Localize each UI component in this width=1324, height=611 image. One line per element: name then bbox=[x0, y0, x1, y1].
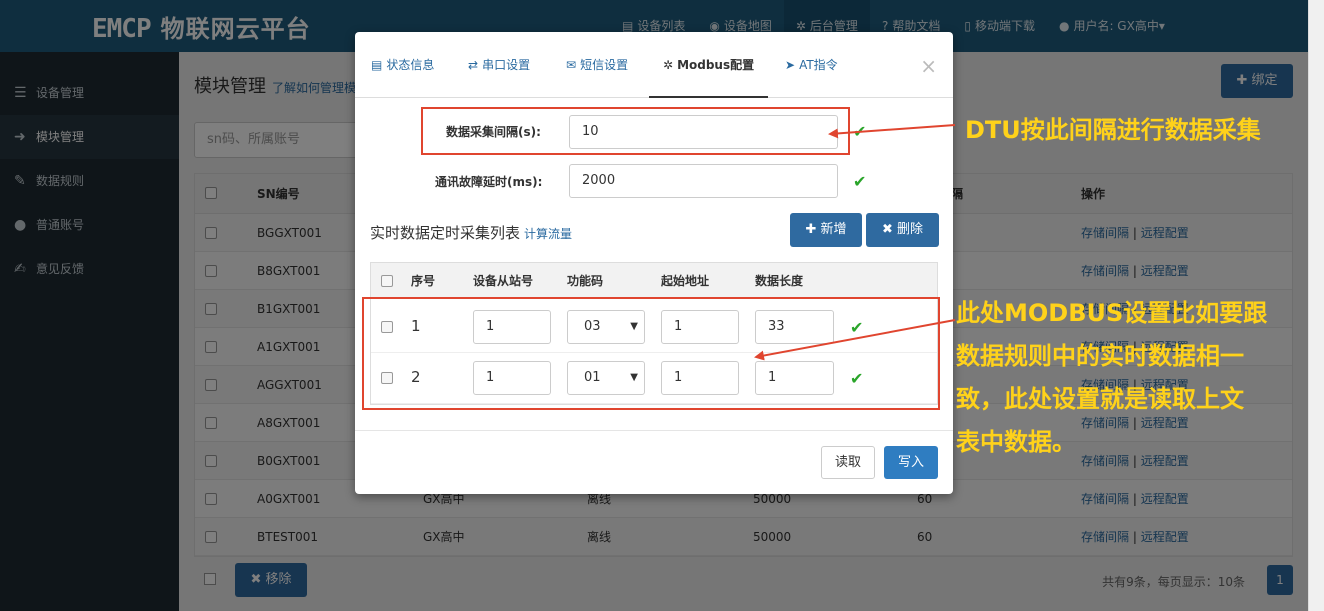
tab-status-info[interactable]: ▤ 状态信息 bbox=[371, 32, 434, 98]
check-icon: ✔ bbox=[853, 122, 867, 141]
column-header-function: 功能码 bbox=[567, 274, 604, 288]
calc-flow-link[interactable]: 计算流量 bbox=[524, 227, 572, 241]
select-all-checkbox[interactable] bbox=[381, 275, 393, 287]
fault-delay-label: 通讯故障延时(ms): bbox=[435, 175, 543, 189]
gear-icon: ✲ bbox=[663, 58, 674, 72]
delete-button[interactable]: ✖ 删除 bbox=[866, 213, 939, 247]
list-title-text: 实时数据定时采集列表 bbox=[370, 224, 521, 242]
tab-label: Modbus配置 bbox=[677, 58, 755, 72]
page-scrollbar[interactable] bbox=[1308, 0, 1324, 611]
annotation-line: 数据规则中的实时数据相一 bbox=[956, 342, 1244, 370]
column-header-length: 数据长度 bbox=[755, 274, 804, 288]
annotation-note-interval: DTU按此间隔进行数据采集 bbox=[965, 116, 1261, 144]
modal-footer: 读取 写入 bbox=[355, 430, 953, 494]
modbus-table-header: 序号 设备从站号 功能码 起始地址 数据长度 bbox=[371, 263, 937, 299]
add-button[interactable]: ✚ 新增 bbox=[790, 213, 862, 247]
annotation-box-modbus bbox=[362, 297, 940, 410]
tab-serial-settings[interactable]: ⇄ 串口设置 bbox=[468, 32, 530, 98]
annotation-line: 致，此处设置就是读取上文 bbox=[956, 385, 1244, 413]
collect-list-title: 实时数据定时采集列表 计算流量 bbox=[370, 222, 572, 243]
status-icon: ▤ bbox=[371, 58, 383, 72]
modal-tabs: ▤ 状态信息 ⇄ 串口设置 ✉ 短信设置 ✲ Modbus配置 ➤ AT指令 × bbox=[355, 32, 953, 98]
envelope-icon: ✉ bbox=[566, 58, 577, 72]
shuffle-icon: ⇄ bbox=[468, 58, 479, 72]
send-icon: ➤ bbox=[785, 58, 796, 72]
column-header-no: 序号 bbox=[411, 274, 436, 288]
column-header-start: 起始地址 bbox=[661, 274, 710, 288]
close-icon[interactable]: × bbox=[920, 54, 937, 78]
annotation-box-interval bbox=[421, 107, 850, 155]
fault-delay-input[interactable]: 2000 bbox=[569, 164, 838, 198]
write-button[interactable]: 写入 bbox=[884, 446, 938, 479]
annotation-line: 此处MODBUS设置比如要跟 bbox=[956, 299, 1268, 327]
tab-label: 短信设置 bbox=[580, 58, 629, 72]
tab-label: 状态信息 bbox=[386, 58, 435, 72]
tab-at-commands[interactable]: ➤ AT指令 bbox=[785, 32, 838, 98]
tab-sms-settings[interactable]: ✉ 短信设置 bbox=[566, 32, 628, 98]
read-button[interactable]: 读取 bbox=[821, 446, 875, 479]
module-config-modal: ▤ 状态信息 ⇄ 串口设置 ✉ 短信设置 ✲ Modbus配置 ➤ AT指令 × 数据采集… bbox=[355, 32, 953, 494]
column-header-slave: 设备从站号 bbox=[473, 274, 534, 288]
annotation-line: 表中数据。 bbox=[956, 428, 1076, 456]
tab-label: 串口设置 bbox=[482, 58, 531, 72]
tab-label: AT指令 bbox=[799, 58, 838, 72]
annotation-note-modbus: 此处MODBUS设置比如要跟 数据规则中的实时数据相一 致，此处设置就是读取上文… bbox=[956, 292, 1267, 464]
check-icon: ✔ bbox=[853, 172, 867, 191]
tab-modbus-config[interactable]: ✲ Modbus配置 bbox=[649, 32, 768, 98]
